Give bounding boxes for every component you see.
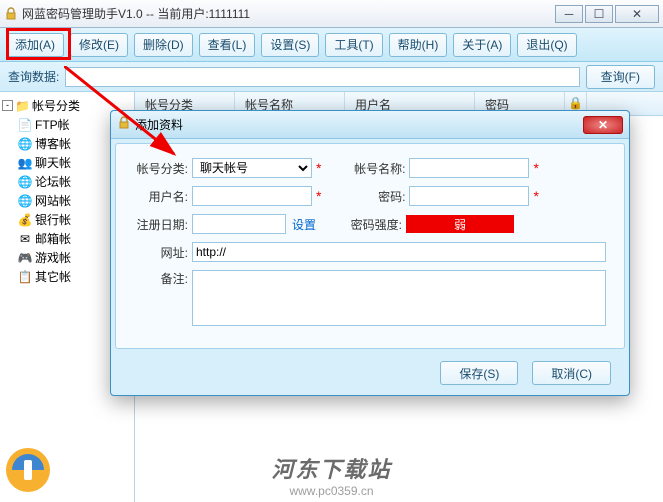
edit-button[interactable]: 修改(E) — [70, 33, 128, 57]
required-mark: * — [316, 188, 321, 204]
tools-button[interactable]: 工具(T) — [325, 33, 382, 57]
dialog-title: 添加资料 — [135, 116, 183, 133]
category-label: 帐号分类: — [130, 160, 188, 177]
url-label: 网址: — [130, 244, 188, 261]
url-input[interactable] — [192, 242, 606, 262]
folder-icon: 📁 — [15, 99, 30, 113]
add-dialog: 添加资料 ✕ 帐号分类: 聊天帐号 * 帐号名称: * 用户名: * 密码: — [110, 110, 630, 396]
view-button[interactable]: 查看(L) — [199, 33, 256, 57]
settings-button[interactable]: 设置(S) — [261, 33, 319, 57]
maximize-button[interactable]: ☐ — [585, 5, 613, 23]
tree-item-label: 论坛帐 — [35, 173, 71, 190]
regdate-set-link[interactable]: 设置 — [292, 216, 316, 233]
watermark-logo — [4, 446, 52, 494]
tree-item-label: 邮箱帐 — [35, 230, 71, 247]
window-title: 网蓝密码管理助手V1.0 -- 当前用户:1111111 — [22, 5, 250, 22]
watermark-text: 河东下载站 — [271, 452, 391, 484]
tree-item-icon: 🎮 — [18, 251, 32, 265]
tree-item-label: FTP帐 — [35, 116, 70, 133]
cancel-button[interactable]: 取消(C) — [532, 361, 611, 385]
password-label: 密码: — [347, 188, 405, 205]
required-mark: * — [533, 188, 538, 204]
lock-icon — [117, 116, 131, 133]
search-bar: 查询数据: 查询(F) — [0, 62, 663, 92]
name-label: 帐号名称: — [347, 160, 405, 177]
search-input[interactable] — [65, 67, 579, 87]
remark-label: 备注: — [130, 270, 188, 287]
regdate-label: 注册日期: — [130, 216, 188, 233]
help-button[interactable]: 帮助(H) — [389, 33, 448, 57]
regdate-input[interactable] — [192, 214, 286, 234]
dialog-body: 帐号分类: 聊天帐号 * 帐号名称: * 用户名: * 密码: * — [115, 143, 625, 349]
remark-textarea[interactable] — [192, 270, 606, 326]
required-mark: * — [316, 160, 321, 176]
tree-item-icon: ✉ — [18, 232, 32, 246]
password-strength: 弱 — [406, 215, 514, 233]
category-select[interactable]: 聊天帐号 — [192, 158, 312, 178]
search-button[interactable]: 查询(F) — [586, 65, 655, 89]
tree-item-icon: 👥 — [18, 156, 32, 170]
dialog-titlebar[interactable]: 添加资料 ✕ — [111, 111, 629, 139]
tree-root-label: 帐号分类 — [32, 97, 80, 114]
tree-item-icon: 🌐 — [18, 194, 32, 208]
tree-item-icon: 💰 — [18, 213, 32, 227]
tree-item-icon: 🌐 — [18, 137, 32, 151]
user-input[interactable] — [192, 186, 312, 206]
name-input[interactable] — [409, 158, 529, 178]
about-button[interactable]: 关于(A) — [453, 33, 511, 57]
dialog-close-button[interactable]: ✕ — [583, 116, 623, 134]
lock-icon — [4, 7, 18, 21]
password-input[interactable] — [409, 186, 529, 206]
watermark: 河东下载站 www.pc0359.cn — [271, 452, 391, 498]
tree-item-label: 银行帐 — [35, 211, 71, 228]
exit-button[interactable]: 退出(Q) — [517, 33, 576, 57]
dialog-buttons: 保存(S) 取消(C) — [111, 353, 629, 395]
collapse-icon[interactable]: - — [2, 100, 13, 111]
tree-item-label: 游戏帐 — [35, 249, 71, 266]
tree-item-label: 聊天帐 — [35, 154, 71, 171]
search-label: 查询数据: — [8, 68, 59, 85]
tree-item-label: 博客帐 — [35, 135, 71, 152]
main-toolbar: 添加(A) 修改(E) 删除(D) 查看(L) 设置(S) 工具(T) 帮助(H… — [0, 28, 663, 62]
save-button[interactable]: 保存(S) — [440, 361, 518, 385]
required-mark: * — [533, 160, 538, 176]
tree-item-icon: 🌐 — [18, 175, 32, 189]
window-titlebar: 网蓝密码管理助手V1.0 -- 当前用户:1111111 ─ ☐ ✕ — [0, 0, 663, 28]
add-button[interactable]: 添加(A) — [6, 33, 64, 57]
minimize-button[interactable]: ─ — [555, 5, 583, 23]
delete-button[interactable]: 删除(D) — [134, 33, 193, 57]
window-close-button[interactable]: ✕ — [615, 5, 659, 23]
watermark-url: www.pc0359.cn — [289, 484, 373, 498]
tree-item-icon: 📋 — [18, 270, 32, 284]
tree-item-label: 网站帐 — [35, 192, 71, 209]
strength-label: 密码强度: — [344, 216, 402, 233]
tree-item-label: 其它帐 — [35, 268, 71, 285]
user-label: 用户名: — [130, 188, 188, 205]
tree-item-icon: 📄 — [18, 118, 32, 132]
